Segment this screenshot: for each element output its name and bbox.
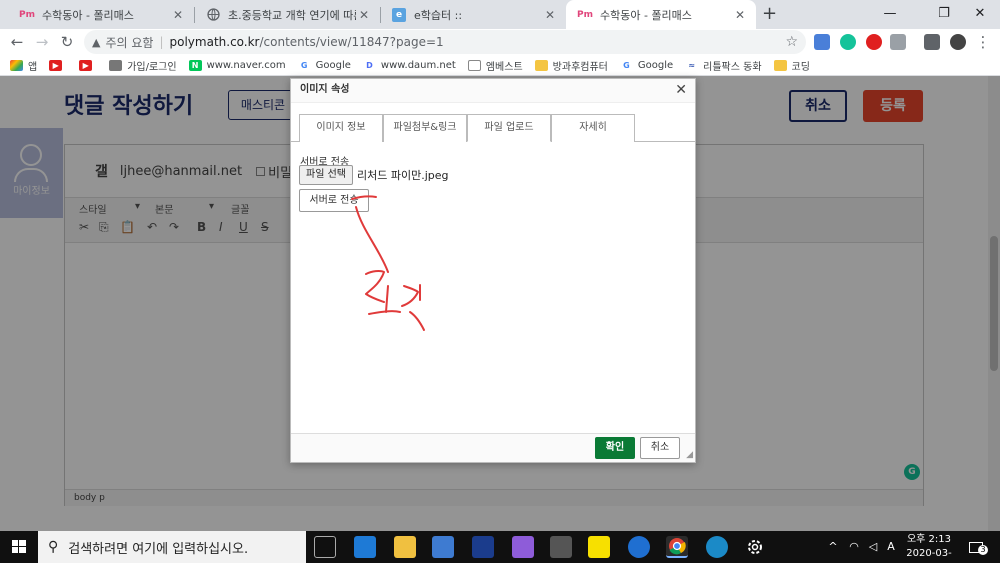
bookmark-google[interactable]: G Google <box>619 59 673 71</box>
bookmark-youtube[interactable]: ▶ <box>49 59 67 71</box>
wifi-icon[interactable]: ◠ <box>846 531 862 563</box>
volume-icon[interactable]: ◁ <box>866 531 880 563</box>
tab-file-upload[interactable]: 파일 업로드 <box>467 114 551 142</box>
adblock-extension-icon[interactable] <box>866 34 882 50</box>
bookmark-star-icon[interactable]: ☆ <box>785 34 798 50</box>
windows-start-icon[interactable] <box>0 531 38 563</box>
tab-attachment-link[interactable]: 파일첨부&링크 <box>383 114 467 142</box>
bookmark-folder-coding[interactable]: 코딩 <box>773 58 810 73</box>
settings-gear-icon[interactable] <box>744 536 766 558</box>
grammarly-extension-icon[interactable] <box>840 34 856 50</box>
bookmarks-bar: 앱 ▶ ▶ 가입/로그인 N www.naver.com G Google D … <box>0 55 1000 76</box>
store-icon[interactable] <box>432 536 454 558</box>
globe-icon <box>109 59 123 71</box>
close-tab-icon[interactable]: ✕ <box>170 8 186 22</box>
dev-app-icon[interactable] <box>472 536 494 558</box>
page-icon <box>467 59 481 71</box>
littlefox-icon: ≈ <box>685 59 699 71</box>
calculator-icon[interactable] <box>550 536 572 558</box>
send-to-server-button[interactable]: 서버로 전송 <box>299 189 369 212</box>
bookmark-daum[interactable]: D www.daum.net <box>362 59 456 71</box>
profile-avatar[interactable] <box>950 34 966 50</box>
paint-icon[interactable] <box>512 536 534 558</box>
reading-list-icon[interactable] <box>924 34 940 50</box>
language-indicator[interactable]: A <box>884 531 898 563</box>
polymath-favicon-icon: Pm <box>577 9 593 20</box>
translate-extension-icon[interactable] <box>814 34 830 50</box>
youtube-icon: ▶ <box>49 59 63 71</box>
image-properties-dialog: 이미지 속성 ✕ 이미지 정보 파일첨부&링크 파일 업로드 자세히 서버로 전… <box>290 78 696 463</box>
bookmark-apps[interactable]: 앱 <box>10 58 37 73</box>
folder-icon <box>534 59 548 71</box>
reload-icon[interactable]: ↻ <box>56 31 78 53</box>
close-tab-icon[interactable]: ✕ <box>542 8 558 22</box>
notification-icon[interactable]: 3 <box>964 531 988 563</box>
bookmark-mbest[interactable]: 엠베스트 <box>467 58 523 73</box>
bookmark-littlefox[interactable]: ≈ 리틀팍스 동화 <box>685 58 762 73</box>
new-tab-icon[interactable]: + <box>762 3 777 24</box>
daum-icon: D <box>362 59 376 71</box>
dialog-cancel-button[interactable]: 취소 <box>640 437 680 459</box>
polymath-favicon-icon: Pm <box>19 9 35 20</box>
tab-strip: Pm 수학동아 - 폴리매스 ✕ 초.중등학교 개학 연기에 따른 온 ✕ e … <box>0 0 1000 29</box>
bookmark-google[interactable]: G Google <box>297 59 351 71</box>
cast-extension-icon[interactable] <box>890 34 906 50</box>
folder-icon <box>773 59 787 71</box>
file-explorer-icon[interactable] <box>394 536 416 558</box>
dialog-tabs: 이미지 정보 파일첨부&링크 파일 업로드 자세히 <box>299 114 635 142</box>
internet-explorer-icon[interactable] <box>628 536 650 558</box>
taskbar-search[interactable]: ⚲ 검색하려면 여기에 입력하십시오. <box>38 531 306 563</box>
system-clock[interactable]: 오후 2:13 2020-03-20 <box>900 533 958 563</box>
google-icon: G <box>619 59 633 71</box>
chrome-icon[interactable] <box>666 536 688 558</box>
file-input-row: 파일 선택 리처드 파이만.jpeg <box>299 165 449 185</box>
browser-tab-active[interactable]: Pm 수학동아 - 폴리매스 ✕ <box>566 0 756 29</box>
elearning-favicon-icon: e <box>392 7 406 22</box>
task-view-icon[interactable] <box>314 536 336 558</box>
dialog-footer: 확인 취소 ◢ <box>291 433 695 462</box>
bookmark-youtube[interactable]: ▶ <box>79 59 97 71</box>
address-bar[interactable]: ▲ 주의 요함 | polymath.co.kr /contents/view/… <box>84 30 806 54</box>
windows-taskbar: ⚲ 검색하려면 여기에 입력하십시오. ^ ◠ ◁ A 오후 2:13 2020… <box>0 531 1000 563</box>
apps-grid-icon <box>10 59 23 71</box>
tray-expand-icon[interactable]: ^ <box>826 531 840 563</box>
forward-icon[interactable]: → <box>31 31 53 53</box>
resize-handle-icon[interactable]: ◢ <box>686 450 693 460</box>
kakaotalk-icon[interactable] <box>588 536 610 558</box>
close-tab-icon[interactable]: ✕ <box>356 8 372 22</box>
app-icon[interactable] <box>706 536 728 558</box>
naver-icon: N <box>188 59 202 71</box>
browser-tab[interactable]: e e학습터 :: ✕ <box>380 0 566 29</box>
dialog-title: 이미지 속성 <box>291 79 695 103</box>
close-tab-icon[interactable]: ✕ <box>732 8 748 22</box>
minimize-icon[interactable]: — <box>868 0 912 29</box>
mail-icon[interactable] <box>354 536 376 558</box>
browser-tab[interactable]: Pm 수학동아 - 폴리매스 ✕ <box>8 0 194 29</box>
browser-toolbar: ← → ↻ ▲ 주의 요함 | polymath.co.kr /contents… <box>0 29 1000 55</box>
bookmark-signup[interactable]: 가입/로그인 <box>109 58 177 73</box>
menu-dots-icon[interactable]: ⋮ <box>972 31 994 53</box>
search-icon: ⚲ <box>48 539 59 555</box>
bookmark-naver[interactable]: N www.naver.com <box>188 59 286 71</box>
close-window-icon[interactable]: ✕ <box>958 0 1000 29</box>
tab-details[interactable]: 자세히 <box>551 114 635 142</box>
back-icon[interactable]: ← <box>6 31 28 53</box>
warning-icon[interactable]: ▲ <box>92 36 100 49</box>
choose-file-button[interactable]: 파일 선택 <box>299 165 353 185</box>
ok-button[interactable]: 확인 <box>595 437 635 459</box>
selected-file-name: 리처드 파이만.jpeg <box>356 169 449 182</box>
tab-image-info[interactable]: 이미지 정보 <box>299 114 383 142</box>
browser-tab[interactable]: 초.중등학교 개학 연기에 따른 온 ✕ <box>194 0 380 29</box>
youtube-icon: ▶ <box>79 59 93 71</box>
close-icon[interactable]: ✕ <box>675 82 687 98</box>
globe-icon <box>206 8 220 22</box>
bookmark-folder-computer[interactable]: 방과후컴퓨터 <box>534 58 608 73</box>
google-icon: G <box>297 59 311 71</box>
